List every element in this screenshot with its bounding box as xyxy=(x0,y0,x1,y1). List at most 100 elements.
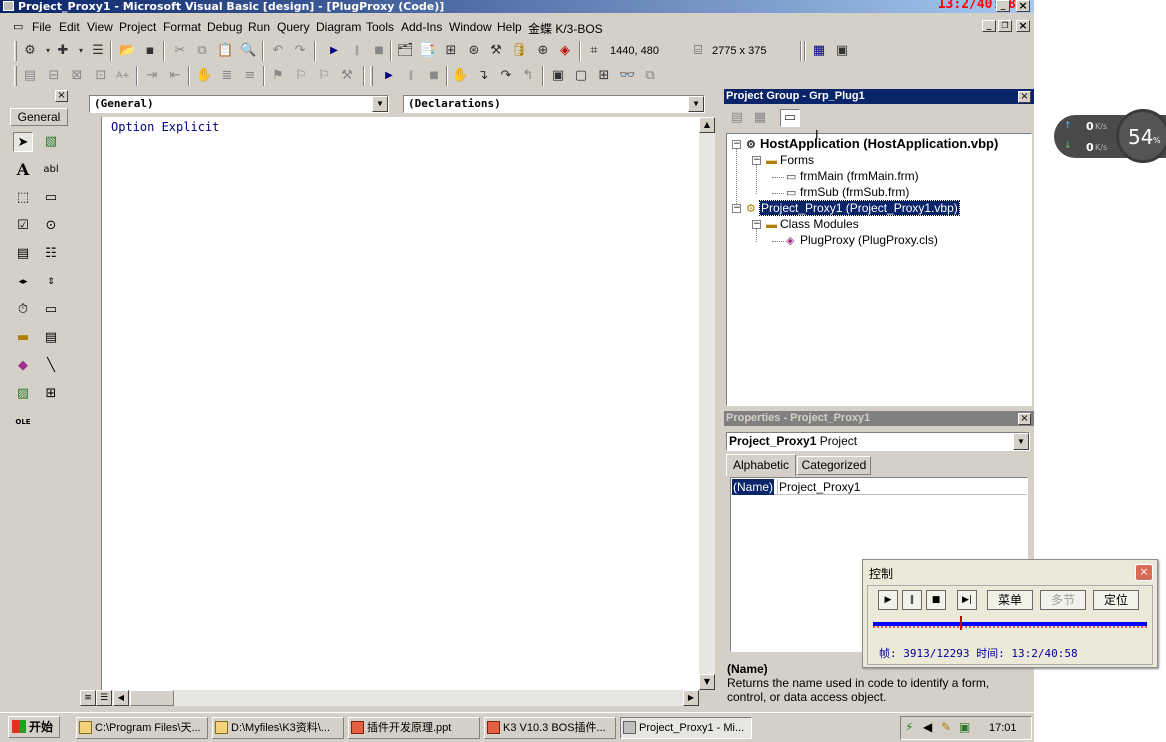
uncomment-block-icon[interactable]: ≡ xyxy=(242,68,258,84)
tab-alphabetic[interactable]: Alphabetic xyxy=(726,454,796,476)
parameter-info-icon[interactable]: ⊡ xyxy=(93,68,109,84)
play-button[interactable]: ▶ xyxy=(878,590,898,610)
tree-node-forms[interactable]: ▬ Forms xyxy=(766,153,814,168)
view-code-icon[interactable]: ▤ xyxy=(729,110,745,126)
previous-bookmark-icon[interactable]: ⚐ xyxy=(316,68,332,84)
minimize-button[interactable]: _ xyxy=(996,0,1010,12)
picturebox-tool-icon[interactable]: ▧ xyxy=(41,132,61,152)
code-margin-indicator-bar[interactable] xyxy=(80,117,101,690)
toolbox-close-button[interactable]: × xyxy=(55,90,68,102)
timer-tool-icon[interactable]: ⏱ xyxy=(13,300,33,320)
indent-icon[interactable]: ⇥ xyxy=(144,68,160,84)
property-value[interactable]: Project_Proxy1 xyxy=(777,479,860,495)
collapse-icon[interactable]: − xyxy=(752,220,761,229)
menu-format[interactable]: Format xyxy=(163,20,201,34)
code-line[interactable]: Option Explicit xyxy=(111,120,219,134)
step-out-icon[interactable]: ↰ xyxy=(520,68,536,84)
optionbutton-tool-icon[interactable]: ⊙ xyxy=(41,216,61,236)
debug-break-icon[interactable]: ‖ xyxy=(403,68,419,84)
horizontal-scroll-thumb[interactable] xyxy=(130,690,174,706)
project-explorer-title[interactable]: Project Group - Grp_Plug1 xyxy=(724,89,1034,104)
collapse-icon[interactable]: − xyxy=(752,156,761,165)
network-monitor-widget[interactable]: ↑ 0 K/s ↓ 0 K/s 54 % xyxy=(1054,109,1166,163)
chevron-down-icon[interactable]: ▼ xyxy=(372,96,388,112)
taskbar-item[interactable]: D:\Myfiles\K3资料\... xyxy=(212,717,344,739)
taskbar-item-active[interactable]: Project_Proxy1 - Mi... xyxy=(620,717,752,739)
textbox-tool-icon[interactable]: abl xyxy=(41,160,61,180)
tree-node-class-modules[interactable]: ▬ Class Modules xyxy=(766,217,859,232)
close-window-button[interactable]: × xyxy=(1016,0,1030,12)
code-horizontal-scrollbar[interactable]: ≡ ☰ ◀ ▶ xyxy=(80,690,699,706)
list-properties-icon[interactable]: ▤ xyxy=(22,68,38,84)
frame-tool-icon[interactable]: ⬚ xyxy=(13,188,33,208)
filelistbox-tool-icon[interactable]: ▤ xyxy=(41,328,61,348)
scroll-left-icon[interactable]: ◀ xyxy=(113,690,129,706)
menu-tools[interactable]: Tools xyxy=(366,20,394,34)
end-icon[interactable]: ■ xyxy=(371,43,387,59)
tray-network-icon[interactable]: ⚡ xyxy=(905,720,913,734)
menu-edit[interactable]: Edit xyxy=(59,20,80,34)
stop-button[interactable]: ■ xyxy=(926,590,946,610)
tray-app-icon[interactable]: ▣ xyxy=(959,720,970,734)
toolbox-tab-general[interactable]: General xyxy=(10,108,68,126)
start-button[interactable]: 开始 xyxy=(8,716,60,738)
menu-project[interactable]: Project xyxy=(119,20,156,34)
data-view-icon[interactable]: 🛢 xyxy=(511,43,528,59)
quick-watch-icon[interactable]: 👓 xyxy=(619,68,635,84)
list-constants-icon[interactable]: ⊟ xyxy=(46,68,62,84)
multi-section-button[interactable]: 多节 xyxy=(1040,590,1086,610)
save-project-icon[interactable]: ▪ xyxy=(142,43,158,59)
full-module-view-icon[interactable]: ☰ xyxy=(96,690,112,706)
control-close-button[interactable]: × xyxy=(1135,564,1153,581)
undo-icon[interactable]: ↶ xyxy=(270,43,286,59)
object-combo[interactable]: (General) ▼ xyxy=(89,95,389,113)
shape-tool-icon[interactable]: ◆ xyxy=(13,356,33,376)
quick-info-icon[interactable]: ⊠ xyxy=(69,68,85,84)
locate-button[interactable]: 定位 xyxy=(1093,590,1139,610)
code-editor[interactable] xyxy=(101,117,699,690)
dropdown-arrow-icon[interactable]: ▾ xyxy=(73,43,89,59)
add-project-icon[interactable]: ⚙ xyxy=(22,43,38,59)
form-layout-icon[interactable]: ⊞ xyxy=(443,43,459,59)
bos-toolbar-icon-2[interactable]: ▣ xyxy=(834,43,850,59)
toolbar-grip[interactable] xyxy=(14,41,17,61)
menu-help[interactable]: Help xyxy=(497,20,522,34)
tray-volume-icon[interactable]: ◀ xyxy=(923,720,932,734)
toolbar-grip[interactable] xyxy=(14,66,17,86)
menu-query[interactable]: Query xyxy=(277,20,310,34)
property-row[interactable]: (Name) Project_Proxy1 xyxy=(731,479,1027,495)
collapse-icon[interactable]: − xyxy=(732,140,741,149)
code-vertical-scrollbar[interactable]: ▲ ▼ xyxy=(699,117,715,690)
tree-node-plugproxy[interactable]: ◈ PlugProxy (PlugProxy.cls) xyxy=(786,233,938,248)
complete-word-icon[interactable]: A+ xyxy=(115,68,131,84)
paste-icon[interactable]: 📋 xyxy=(217,43,233,59)
menu-view[interactable]: View xyxy=(87,20,113,34)
call-stack-icon[interactable]: ⧉ xyxy=(642,68,658,84)
break-icon[interactable]: ‖ xyxy=(349,43,365,59)
menu-debug[interactable]: Debug xyxy=(207,20,242,34)
step-button[interactable]: ▶| xyxy=(957,590,977,610)
procedure-view-icon[interactable]: ≡ xyxy=(80,690,96,706)
progress-track[interactable] xyxy=(873,616,1147,630)
toggle-bookmark-icon[interactable]: ⚑ xyxy=(270,68,286,84)
menu-add-ins[interactable]: Add-Ins xyxy=(401,20,442,34)
copy-icon[interactable]: ⧉ xyxy=(194,43,210,59)
label-tool-icon[interactable]: A xyxy=(13,160,33,180)
progress-marker[interactable] xyxy=(960,616,962,630)
taskbar-item[interactable]: 插件开发原理.ppt xyxy=(348,717,480,739)
immediate-window-icon[interactable]: ▢ xyxy=(573,68,589,84)
watch-window-icon[interactable]: ⊞ xyxy=(596,68,612,84)
start-icon[interactable]: ▶ xyxy=(326,43,342,59)
scroll-up-icon[interactable]: ▲ xyxy=(699,117,715,133)
chevron-down-icon[interactable]: ▼ xyxy=(688,96,704,112)
properties-object-combo[interactable]: Project_Proxy1 Project ▼ xyxy=(726,432,1030,451)
step-into-icon[interactable]: ↴ xyxy=(475,68,491,84)
image-tool-icon[interactable]: ▨ xyxy=(13,384,33,404)
child-minimize-button[interactable]: _ xyxy=(982,20,996,32)
toolbar-grip[interactable] xyxy=(370,66,373,86)
checkbox-tool-icon[interactable]: ☑ xyxy=(13,216,33,236)
child-window-icon[interactable]: ▭ xyxy=(13,20,23,33)
view-object-icon[interactable]: ▦ xyxy=(752,110,768,126)
commandbutton-tool-icon[interactable]: ▭ xyxy=(41,188,61,208)
menu-window[interactable]: Window xyxy=(449,20,492,34)
